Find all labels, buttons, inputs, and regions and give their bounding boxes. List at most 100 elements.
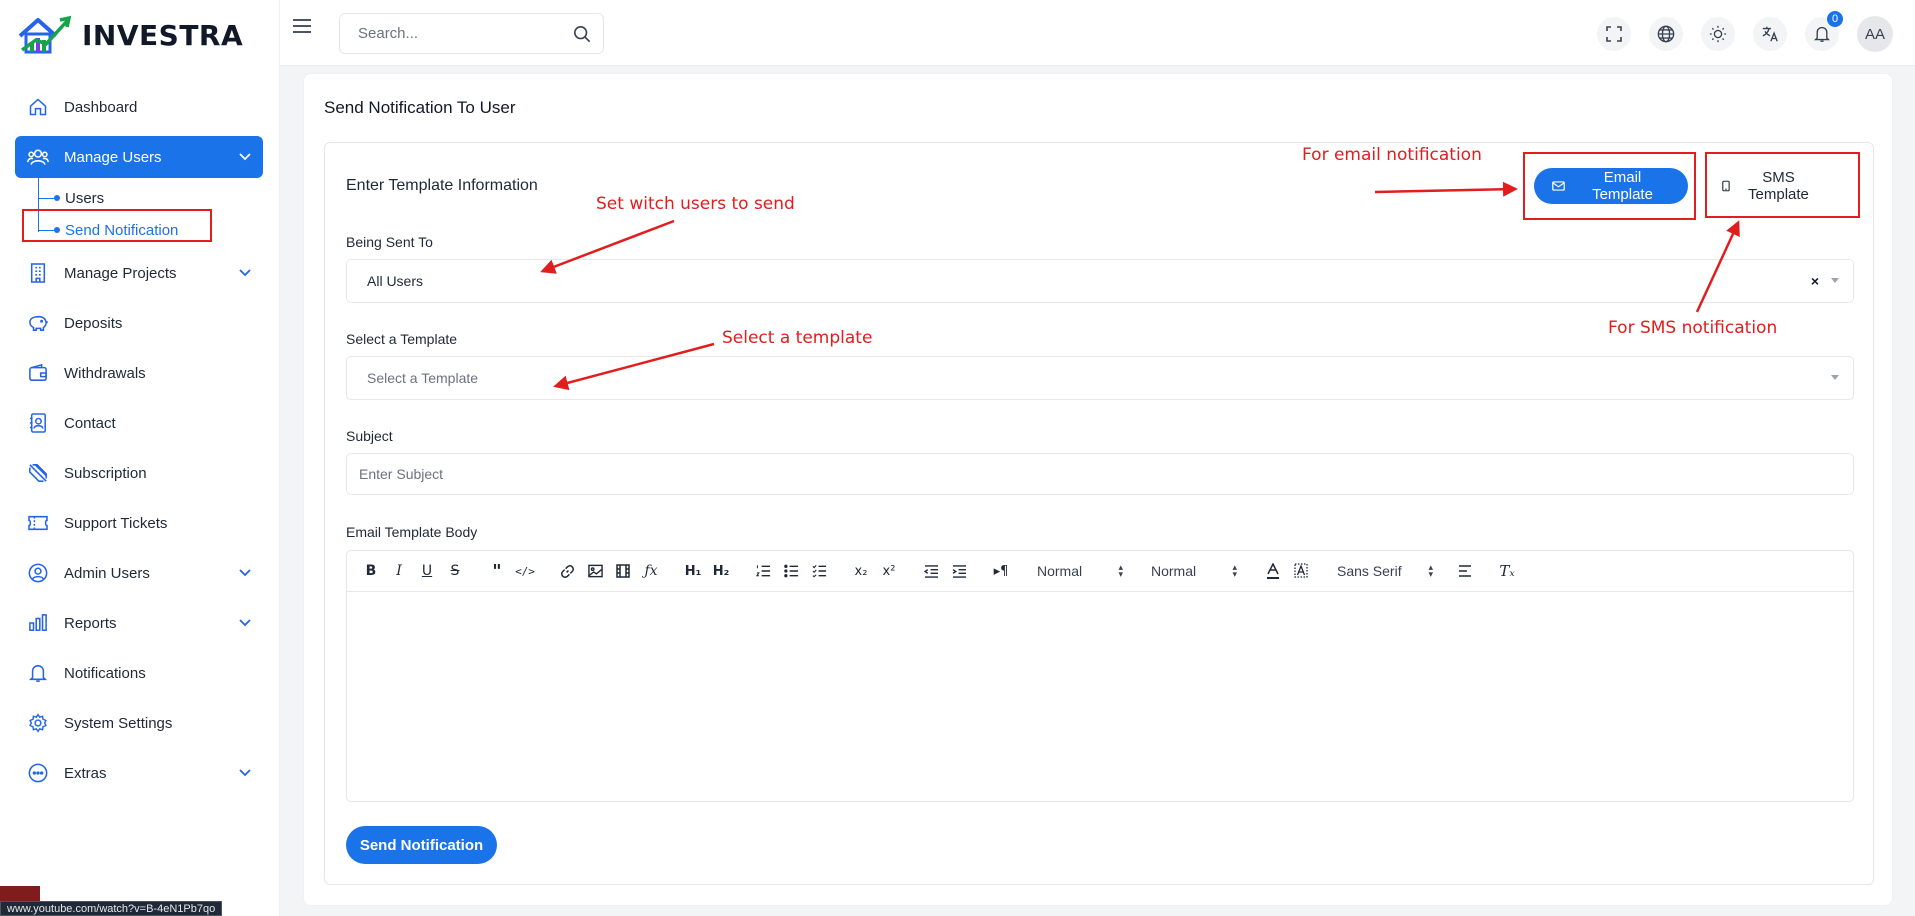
formula-icon[interactable]: ƒx bbox=[637, 559, 665, 583]
send-notification-button[interactable]: Send Notification bbox=[346, 826, 497, 864]
translate-button[interactable] bbox=[1753, 17, 1787, 51]
sidebar-item-extras[interactable]: Extras bbox=[15, 748, 263, 798]
topbar-actions: 0 AA bbox=[1597, 11, 1893, 52]
image-icon[interactable] bbox=[581, 559, 609, 583]
sidebar-item-notifications[interactable]: Notifications bbox=[15, 648, 263, 698]
updown-icon: ▴ ▾ bbox=[1428, 562, 1433, 579]
clear-format-icon[interactable]: Tₓ bbox=[1493, 559, 1521, 583]
sidebar-item-contact[interactable]: Contact bbox=[15, 398, 263, 448]
chevron-down-icon bbox=[239, 769, 251, 777]
avatar[interactable]: AA bbox=[1857, 16, 1893, 52]
bold-button[interactable]: B bbox=[357, 559, 385, 583]
italic-button[interactable]: I bbox=[385, 559, 413, 583]
notification-count-badge: 0 bbox=[1827, 11, 1843, 27]
home-icon bbox=[27, 96, 49, 118]
ticket-icon bbox=[27, 512, 49, 534]
sidebar-item-label: Subscription bbox=[64, 464, 147, 482]
sidebar-item-reports[interactable]: Reports bbox=[15, 598, 263, 648]
align-left-icon[interactable] bbox=[1451, 559, 1479, 583]
bar-chart-icon bbox=[27, 612, 49, 634]
sidebar-item-label: Withdrawals bbox=[64, 364, 146, 382]
video-icon[interactable] bbox=[609, 559, 637, 583]
subscription-icon bbox=[27, 462, 49, 484]
underline-button[interactable]: U bbox=[413, 559, 441, 583]
sidebar-item-label: Extras bbox=[64, 764, 107, 782]
outdent-icon[interactable] bbox=[917, 559, 945, 583]
sidebar-item-label: Manage Projects bbox=[64, 264, 177, 282]
heading-1-button[interactable]: H₁ bbox=[679, 559, 707, 583]
fullscreen-icon bbox=[1606, 26, 1622, 42]
link-icon[interactable] bbox=[553, 559, 581, 583]
building-icon bbox=[27, 262, 49, 284]
search-input[interactable] bbox=[358, 25, 573, 42]
editor-body[interactable] bbox=[347, 592, 1853, 801]
notifications-button[interactable]: 0 bbox=[1805, 11, 1843, 51]
sidebar-item-withdrawals[interactable]: Withdrawals bbox=[15, 348, 263, 398]
sidebar-item-system-settings[interactable]: System Settings bbox=[15, 698, 263, 748]
ordered-list-icon[interactable] bbox=[749, 559, 777, 583]
being-sent-to-label: Being Sent To bbox=[346, 234, 433, 250]
strikethrough-button[interactable]: S bbox=[441, 559, 469, 583]
sidebar-nav: Dashboard Manage Users Users Send Notifi… bbox=[15, 82, 263, 798]
search-icon[interactable] bbox=[573, 25, 591, 43]
sidebar-item-label: Reports bbox=[64, 614, 117, 632]
language-button[interactable] bbox=[1649, 17, 1683, 51]
sidebar-item-deposits[interactable]: Deposits bbox=[15, 298, 263, 348]
sidebar: INVESTRA Dashboard Manage Users Users Se… bbox=[0, 0, 280, 916]
annotation-template: Select a template bbox=[722, 328, 873, 348]
sidebar-item-label: Deposits bbox=[64, 314, 123, 332]
updown-icon: ▴ ▾ bbox=[1118, 562, 1123, 579]
checklist-icon[interactable] bbox=[805, 559, 833, 583]
sidebar-item-label: Admin Users bbox=[64, 564, 150, 582]
section-title: Enter Template Information bbox=[346, 177, 538, 194]
code-icon[interactable]: </> bbox=[511, 559, 539, 583]
heading-2-button[interactable]: H₂ bbox=[707, 559, 735, 583]
page-title: Send Notification To User bbox=[324, 98, 516, 117]
header-format-select[interactable]: Normal ▴ ▾ bbox=[1037, 559, 1123, 583]
sidebar-item-admin-users[interactable]: Admin Users bbox=[15, 548, 263, 598]
subscript-button[interactable]: x₂ bbox=[847, 559, 875, 583]
clear-selection-icon[interactable]: × bbox=[1811, 273, 1819, 289]
piggy-bank-icon bbox=[27, 312, 49, 334]
header-format-value: Normal bbox=[1037, 563, 1083, 579]
user-circle-icon bbox=[27, 562, 49, 584]
being-sent-to-select[interactable]: All Users × bbox=[346, 259, 1854, 303]
more-circle-icon bbox=[27, 762, 49, 784]
sidebar-item-dashboard[interactable]: Dashboard bbox=[15, 82, 263, 132]
text-color-icon[interactable] bbox=[1259, 559, 1287, 583]
superscript-button[interactable]: x² bbox=[875, 559, 903, 583]
translate-icon bbox=[1762, 26, 1778, 42]
theme-toggle-button[interactable] bbox=[1701, 17, 1735, 51]
sidebar-item-label: Support Tickets bbox=[64, 514, 168, 532]
fullscreen-button[interactable] bbox=[1597, 17, 1631, 51]
sidebar-item-manage-projects[interactable]: Manage Projects bbox=[15, 248, 263, 298]
select-template-select[interactable]: Select a Template bbox=[346, 356, 1854, 400]
background-color-icon[interactable] bbox=[1287, 559, 1315, 583]
blockquote-icon[interactable]: " bbox=[483, 559, 511, 583]
caret-down-icon bbox=[1831, 278, 1839, 283]
wallet-icon bbox=[27, 362, 49, 384]
annotation-box-sms-template bbox=[1705, 152, 1860, 218]
contact-book-icon bbox=[27, 412, 49, 434]
chevron-down-icon bbox=[239, 269, 251, 277]
size-format-select[interactable]: Normal ▴ ▾ bbox=[1151, 559, 1237, 583]
indent-icon[interactable] bbox=[945, 559, 973, 583]
subject-input[interactable] bbox=[346, 453, 1854, 495]
caret-down-icon bbox=[1831, 375, 1839, 380]
select-template-label: Select a Template bbox=[346, 331, 458, 347]
sidebar-item-label: Dashboard bbox=[64, 98, 138, 116]
font-family-select[interactable]: Sans Serif ▴ ▾ bbox=[1337, 559, 1433, 583]
sidebar-item-manage-users[interactable]: Manage Users bbox=[15, 136, 263, 178]
annotation-email: For email notification bbox=[1302, 145, 1482, 165]
select-template-placeholder: Select a Template bbox=[367, 370, 479, 386]
text-direction-icon[interactable]: ▸¶ bbox=[987, 559, 1015, 583]
status-tab bbox=[0, 886, 40, 901]
sidebar-item-subscription[interactable]: Subscription bbox=[15, 448, 263, 498]
sidebar-item-support-tickets[interactable]: Support Tickets bbox=[15, 498, 263, 548]
brand-logo[interactable]: INVESTRA bbox=[16, 12, 243, 58]
annotation-box-email-template bbox=[1523, 152, 1696, 220]
bullet-list-icon[interactable] bbox=[777, 559, 805, 583]
hamburger-menu-icon[interactable] bbox=[292, 18, 312, 34]
search-box bbox=[339, 13, 604, 54]
bell-icon bbox=[1814, 26, 1830, 42]
